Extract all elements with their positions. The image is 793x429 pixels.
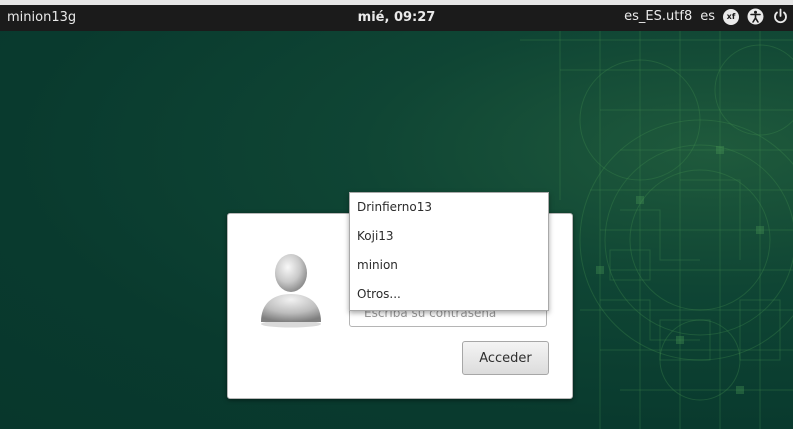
locale-indicator[interactable]: es_ES.utf8 <box>624 9 692 24</box>
user-selection-menu: Drinfierno13 Koji13 minion Otros... <box>349 192 549 311</box>
user-menu-item-otros[interactable]: Otros... <box>350 280 548 309</box>
status-area: es_ES.utf8 es xf <box>624 8 789 25</box>
power-icon[interactable] <box>772 8 789 25</box>
top-panel: minion13g mié, 09:27 es_ES.utf8 es xf <box>0 5 793 31</box>
user-menu-item-minion[interactable]: minion <box>350 251 548 280</box>
user-menu-item-koji13[interactable]: Koji13 <box>350 222 548 251</box>
user-avatar-icon <box>258 248 324 328</box>
login-button[interactable]: Acceder <box>462 341 549 375</box>
xf-icon[interactable]: xf <box>723 8 739 25</box>
user-menu-item-drinfierno13[interactable]: Drinfierno13 <box>350 193 548 222</box>
keyboard-layout-indicator[interactable]: es <box>700 9 715 24</box>
accessibility-icon[interactable] <box>747 8 764 25</box>
hostname-label: minion13g <box>7 10 77 25</box>
clock[interactable]: mié, 09:27 <box>358 10 436 25</box>
